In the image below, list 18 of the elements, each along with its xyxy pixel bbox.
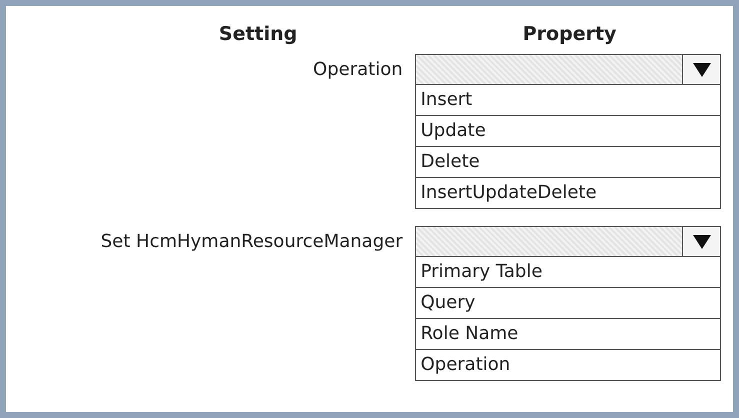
dropdown-field[interactable] xyxy=(414,226,721,257)
caret-icon xyxy=(692,234,710,248)
dropdown-option[interactable]: Query xyxy=(414,288,721,319)
dropdown-button[interactable] xyxy=(682,55,720,84)
dropdown-option[interactable]: Operation xyxy=(414,350,721,381)
dropdown-option[interactable]: InsertUpdateDelete xyxy=(414,178,721,209)
dropdown-option[interactable]: Insert xyxy=(414,85,721,116)
column-header: Property xyxy=(522,22,618,47)
dropdown-option[interactable]: Primary Table xyxy=(414,257,721,288)
dropdown-button[interactable] xyxy=(682,227,720,256)
caret-icon xyxy=(692,62,710,76)
setting-label: Operation xyxy=(312,58,403,82)
setting-label: Set HcmHymanResourceManager xyxy=(100,230,403,254)
column-header: Setting xyxy=(218,22,298,47)
dropdown-option[interactable]: Role Name xyxy=(414,319,721,350)
dropdown-option[interactable]: Update xyxy=(414,116,721,147)
dropdown-field[interactable] xyxy=(414,54,721,85)
dropdown-option[interactable]: Delete xyxy=(414,147,721,178)
